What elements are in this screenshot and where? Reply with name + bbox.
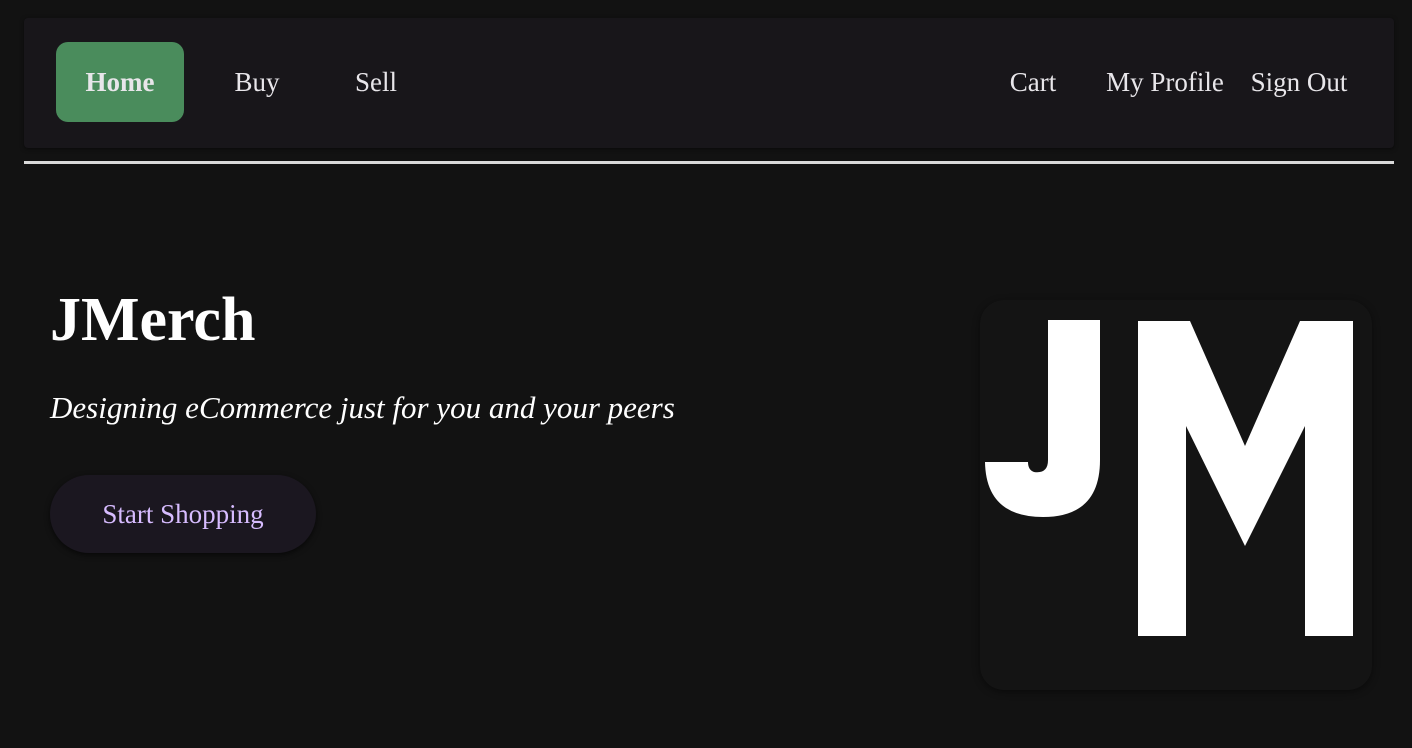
logo-letter-j xyxy=(985,320,1100,517)
jm-logo-graphic xyxy=(985,320,1353,636)
nav-home-link[interactable]: Home xyxy=(56,42,184,122)
hero-subtitle: Designing eCommerce just for you and you… xyxy=(50,390,675,425)
nav-profile-link[interactable]: My Profile xyxy=(1100,42,1230,122)
logo-letter-m xyxy=(1138,321,1353,636)
nav-cart-link[interactable]: Cart xyxy=(1000,42,1066,122)
nav-buy-link[interactable]: Buy xyxy=(214,42,300,122)
header-divider xyxy=(24,161,1394,164)
nav-sign-out-link[interactable]: Sign Out xyxy=(1244,42,1354,122)
start-shopping-button[interactable]: Start Shopping xyxy=(50,475,316,553)
page: Home Buy Sell Cart My Profile Sign Out J… xyxy=(0,0,1412,748)
top-navbar: Home Buy Sell Cart My Profile Sign Out xyxy=(24,18,1394,148)
nav-sell-link[interactable]: Sell xyxy=(342,42,410,122)
jm-logo xyxy=(980,300,1372,690)
hero-title: JMerch xyxy=(50,286,256,354)
